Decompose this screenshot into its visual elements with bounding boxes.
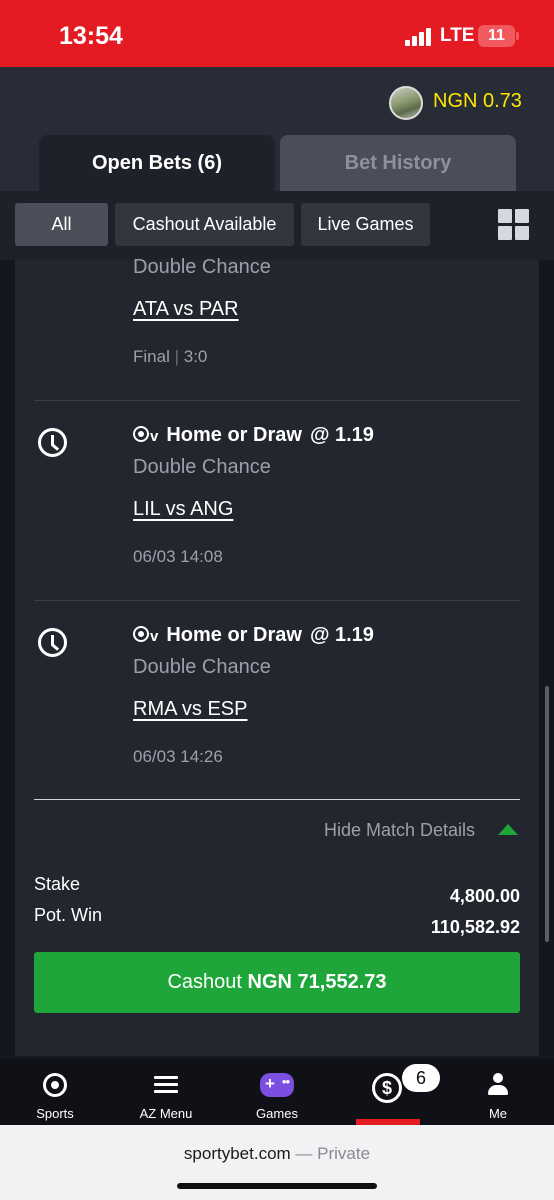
cashout-button[interactable]: Cashout NGN 71,552.73 [34, 952, 520, 1013]
leg-market: Double Chance [133, 256, 271, 278]
football-icon [43, 1073, 67, 1097]
open-bets-badge: 6 [402, 1064, 440, 1092]
network-type: LTE [440, 25, 475, 46]
nav-az-menu[interactable]: AZ Menu [130, 1059, 202, 1125]
leg-market: Double Chance [133, 656, 271, 678]
nav-sports[interactable]: Sports [20, 1059, 90, 1125]
account-balance[interactable]: NGN 0.73 [433, 90, 522, 113]
clock-icon [38, 628, 67, 657]
filter-all-button[interactable]: All [15, 203, 108, 246]
user-icon [487, 1073, 509, 1097]
tab-open-bets[interactable]: Open Bets (6) [39, 135, 275, 191]
leg-divider [34, 600, 520, 601]
leg-selection: v Home or Draw @ 1.19 [133, 424, 374, 447]
chevron-up-icon[interactable] [498, 824, 518, 835]
browser-url[interactable]: sportybet.com — Private [0, 1144, 554, 1164]
avatar[interactable] [389, 86, 423, 120]
cashout-icon: $ [372, 1073, 402, 1103]
leg-market: Double Chance [133, 456, 271, 478]
tab-bet-history[interactable]: Bet History [280, 135, 516, 191]
nav-games[interactable]: Games [241, 1059, 313, 1125]
hide-match-details-link[interactable]: Hide Match Details [324, 820, 475, 841]
leg-selection: v Home or Draw @ 1.19 [133, 624, 374, 647]
filter-live-games-button[interactable]: Live Games [301, 203, 430, 246]
pot-win-label: Pot. Win [34, 905, 103, 925]
battery-icon: 11 [478, 25, 519, 47]
leg-kickoff-time: 06/03 14:26 [133, 747, 223, 766]
details-divider [34, 799, 520, 800]
scrollbar[interactable] [545, 686, 549, 942]
clock-icon [38, 428, 67, 457]
signal-icon [405, 28, 432, 46]
leg-status: Final | 3:0 [133, 347, 208, 366]
stake-value: 4,800.00 [449, 886, 520, 906]
nav-me[interactable]: Me [468, 1059, 528, 1125]
leg-kickoff-time: 06/03 14:08 [133, 547, 223, 566]
grid-view-icon[interactable] [498, 209, 530, 241]
stake-label: Stake [34, 874, 81, 894]
football-icon [133, 426, 149, 442]
leg-match-link[interactable]: ATA vs PAR [133, 298, 239, 321]
status-bar: 13:54 LTE 11 [0, 0, 554, 67]
pot-win-value: 110,582.92 [430, 917, 520, 937]
menu-icon [154, 1076, 178, 1094]
gamepad-icon [260, 1073, 294, 1097]
football-icon [133, 626, 149, 642]
home-indicator[interactable] [177, 1183, 377, 1189]
leg-match-link[interactable]: LIL vs ANG [133, 498, 233, 521]
status-time: 13:54 [59, 22, 123, 50]
leg-match-link[interactable]: RMA vs ESP [133, 698, 247, 721]
filter-cashout-button[interactable]: Cashout Available [115, 203, 294, 246]
leg-divider [34, 400, 520, 401]
